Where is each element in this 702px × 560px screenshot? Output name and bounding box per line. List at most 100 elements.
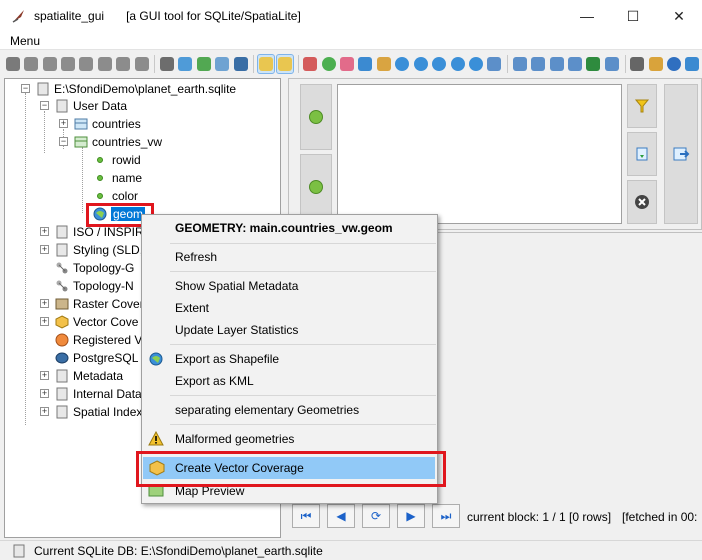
close-button[interactable]: ✕ bbox=[656, 0, 702, 32]
tree-item-postgresql[interactable]: PostgreSQL bbox=[55, 349, 138, 367]
refresh-results-button[interactable]: ⟳ bbox=[362, 504, 390, 528]
sql-history-forward-button[interactable] bbox=[300, 154, 332, 220]
tree-item-styling[interactable]: + Styling (SLD, bbox=[40, 241, 143, 259]
toolbar-button[interactable] bbox=[511, 54, 528, 74]
collapse-icon[interactable]: − bbox=[59, 137, 68, 146]
toolbar-button[interactable] bbox=[195, 54, 212, 74]
toolbar-button[interactable] bbox=[665, 54, 682, 74]
toolbar-button[interactable] bbox=[232, 54, 249, 74]
toolbar-button[interactable] bbox=[449, 54, 466, 74]
topology-icon bbox=[56, 262, 68, 274]
tree-item-topology-n[interactable]: Topology-N bbox=[55, 277, 134, 295]
toolbar-button[interactable] bbox=[394, 54, 411, 74]
clear-sql-button[interactable] bbox=[627, 180, 657, 224]
toolbar-button[interactable] bbox=[320, 54, 337, 74]
toolbar-button[interactable] bbox=[257, 54, 275, 74]
collapse-icon[interactable]: − bbox=[40, 101, 49, 110]
refresh-icon: ⟳ bbox=[370, 509, 382, 523]
expand-icon[interactable]: + bbox=[40, 407, 49, 416]
tree-item-topology-g[interactable]: Topology-G bbox=[55, 259, 134, 277]
toolbar-button[interactable] bbox=[275, 54, 294, 74]
menu-item-separating-geometries[interactable]: separating elementary Geometries bbox=[142, 399, 437, 421]
next-page-button[interactable]: ▶ bbox=[397, 504, 425, 528]
menu-item-show-spatial-metadata[interactable]: Show Spatial Metadata bbox=[142, 275, 437, 297]
toolbar-button[interactable] bbox=[96, 54, 113, 74]
toolbar-button[interactable] bbox=[59, 54, 76, 74]
chart-icon bbox=[303, 57, 318, 71]
toolbar-button[interactable] bbox=[78, 54, 95, 74]
tree-item-raster[interactable]: + Raster Cover bbox=[40, 295, 144, 313]
toolbar-button[interactable] bbox=[647, 54, 664, 74]
shp-icon bbox=[340, 57, 354, 71]
toolbar-button[interactable] bbox=[22, 54, 39, 74]
toolbar-button[interactable] bbox=[548, 54, 565, 74]
toolbar-button[interactable] bbox=[214, 54, 231, 74]
title-bar: spatialite_gui [a GUI tool for SQLite/Sp… bbox=[0, 0, 702, 32]
toolbar-button[interactable] bbox=[467, 54, 484, 74]
toolbar-button[interactable] bbox=[486, 54, 503, 74]
menu-item-refresh[interactable]: Refresh bbox=[142, 246, 437, 268]
tree-item-countries[interactable]: + countries bbox=[59, 115, 141, 133]
help-icon bbox=[666, 57, 681, 71]
menu-item-export-kml[interactable]: Export as KML bbox=[142, 370, 437, 392]
toolbar-button[interactable] bbox=[375, 54, 392, 74]
tree-item-user-data[interactable]: − User Data bbox=[40, 97, 127, 115]
toolbar-button[interactable] bbox=[177, 54, 194, 74]
collapse-icon[interactable]: − bbox=[21, 84, 30, 93]
toolbar-button[interactable] bbox=[585, 54, 602, 74]
expand-icon[interactable]: + bbox=[40, 245, 49, 254]
tree-root[interactable]: − E:\SfondiDemo\planet_earth.sqlite bbox=[21, 80, 236, 98]
expand-icon[interactable]: + bbox=[40, 299, 49, 308]
expand-icon[interactable]: + bbox=[40, 371, 49, 380]
expand-icon[interactable]: + bbox=[40, 389, 49, 398]
toolbar-button[interactable] bbox=[412, 54, 429, 74]
sql-script-icon bbox=[196, 57, 211, 71]
expand-icon[interactable]: + bbox=[40, 227, 49, 236]
toolbar-button[interactable] bbox=[430, 54, 447, 74]
tree-item-countries-vw[interactable]: − countries_vw bbox=[59, 133, 162, 151]
expand-icon[interactable]: + bbox=[59, 119, 68, 128]
tree-item-metadata[interactable]: + Metadata bbox=[40, 367, 123, 385]
menu-item-malformed-geometries[interactable]: Malformed geometries bbox=[142, 428, 437, 450]
last-page-button[interactable]: ⏭ bbox=[432, 504, 460, 528]
maximize-button[interactable]: ☐ bbox=[610, 0, 656, 32]
tree-item-spatial-index[interactable]: + Spatial Index bbox=[40, 403, 142, 421]
menu-item-export-shapefile[interactable]: Export as Shapefile bbox=[142, 348, 437, 370]
sql-history-back-button[interactable] bbox=[300, 84, 332, 150]
toolbar-button[interactable] bbox=[338, 54, 355, 74]
menu-item-extent[interactable]: Extent bbox=[142, 297, 437, 319]
expand-icon[interactable]: + bbox=[40, 317, 49, 326]
prev-page-button[interactable]: ◀ bbox=[327, 504, 355, 528]
execute-sql-button[interactable] bbox=[664, 84, 698, 224]
toolbar-button[interactable] bbox=[301, 54, 318, 74]
sql-editor[interactable] bbox=[337, 84, 622, 224]
toolbar-button[interactable] bbox=[41, 54, 58, 74]
tree-column-name[interactable]: name bbox=[93, 169, 142, 187]
toolbar-button[interactable] bbox=[158, 54, 175, 74]
tree-item-registered[interactable]: Registered V bbox=[55, 331, 142, 349]
toolbar-button[interactable] bbox=[684, 54, 701, 74]
toolbar-button[interactable] bbox=[133, 54, 150, 74]
toolbar-button[interactable] bbox=[115, 54, 132, 74]
view-icon bbox=[74, 136, 88, 148]
toolbar-button[interactable] bbox=[603, 54, 620, 74]
load-sql-button[interactable] bbox=[627, 132, 657, 176]
prev-icon: ◀ bbox=[336, 509, 346, 523]
toolbar-button[interactable] bbox=[529, 54, 546, 74]
toolbar-button[interactable] bbox=[628, 54, 645, 74]
tree-item-vector[interactable]: + Vector Cove bbox=[40, 313, 138, 331]
minimize-button[interactable]: — bbox=[564, 0, 610, 32]
filter-icon bbox=[634, 99, 650, 113]
globe-icon bbox=[149, 352, 163, 366]
first-page-button[interactable]: ⏮ bbox=[292, 504, 320, 528]
menu-item-update-layer-statistics[interactable]: Update Layer Statistics bbox=[142, 319, 437, 341]
tree-item-internal[interactable]: + Internal Data bbox=[40, 385, 142, 403]
toolbar-button[interactable] bbox=[4, 54, 21, 74]
last-icon: ⏭ bbox=[440, 508, 452, 523]
toolbar-button[interactable] bbox=[357, 54, 374, 74]
postgres-icon bbox=[233, 57, 248, 71]
menu-item-menu[interactable]: Menu bbox=[10, 34, 40, 48]
filter-button[interactable] bbox=[627, 84, 657, 128]
tree-column-rowid[interactable]: rowid bbox=[93, 151, 141, 169]
toolbar-button[interactable] bbox=[566, 54, 583, 74]
